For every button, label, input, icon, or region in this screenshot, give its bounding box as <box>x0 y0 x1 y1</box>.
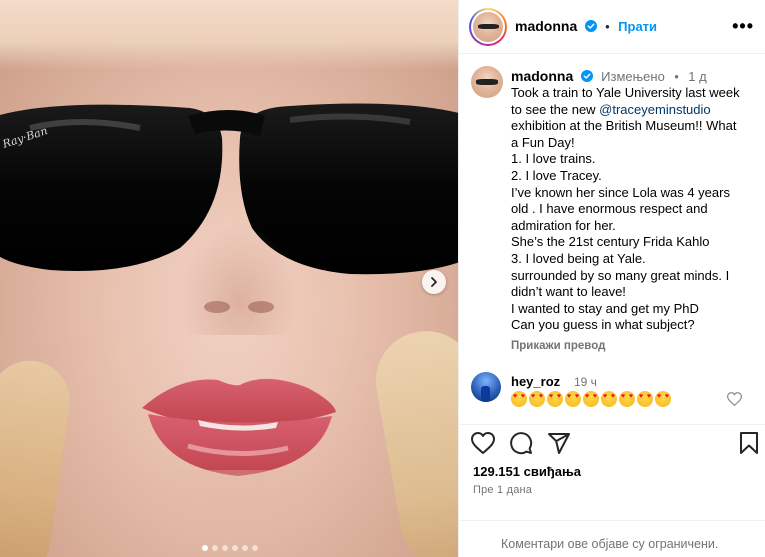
commenter-avatar[interactable] <box>471 372 501 402</box>
caption-line: 2. I love Tracey. <box>511 167 602 183</box>
carousel-dot <box>202 545 208 551</box>
heart-eyes-emoji-icon <box>565 391 581 407</box>
caption-line: She’s the 21st century Frida Kahlo <box>511 234 710 250</box>
heart-eyes-emoji-icon <box>529 391 545 407</box>
caption-line: Can you guess in what subject? <box>511 317 695 333</box>
heart-eyes-emoji-icon <box>583 391 599 407</box>
heart-eyes-emoji-icon <box>511 391 527 407</box>
heart-eyes-emoji-icon <box>637 391 653 407</box>
comment-text <box>511 391 671 407</box>
caption-text: Took a train to Yale University last wee… <box>511 85 740 334</box>
comments-footer: Коментари ове објаве су ограничени. <box>459 520 765 557</box>
caption-line: surrounded by so many great minds. I <box>511 267 730 283</box>
carousel-dot <box>252 545 258 551</box>
carousel-dot <box>232 545 238 551</box>
caption-line: admiration for her. <box>511 217 616 233</box>
heart-eyes-emoji-icon <box>655 391 671 407</box>
mention-link[interactable]: @traceyeminstudio <box>599 102 710 117</box>
more-options-icon[interactable]: ••• <box>732 17 754 35</box>
author-avatar[interactable] <box>469 8 507 46</box>
caption-line: 1. I love trains. <box>511 151 596 167</box>
caption-avatar[interactable] <box>471 66 503 98</box>
caption-line-text: to see the new <box>511 101 600 117</box>
caption-line: I’ve known her since Lola was 4 years <box>511 184 730 200</box>
like-button[interactable] <box>471 431 495 455</box>
caption-line: 3. I loved being at Yale. <box>511 250 646 266</box>
heart-icon <box>471 432 495 454</box>
comment-icon <box>510 432 533 455</box>
meta-separator: • <box>674 69 679 84</box>
comment-button[interactable] <box>509 431 533 455</box>
caption-meta: madonna Измењено • 1 д <box>511 68 707 86</box>
comment-like-icon[interactable] <box>727 392 742 406</box>
edited-label: Измењено <box>601 69 665 84</box>
like-count[interactable]: 129.151 свиђања <box>473 464 581 479</box>
caption-line: old . I have enormous respect and <box>511 201 708 217</box>
header-separator: • <box>605 19 610 34</box>
caption-line: didn’t want to leave! <box>511 284 626 300</box>
comment-item: hey_roz 19 ч <box>471 372 761 412</box>
carousel-dot <box>212 545 218 551</box>
comments-restricted-notice: Коментари ове објаве су ограничени. <box>501 537 719 551</box>
chin-shade <box>120 470 350 557</box>
carousel-next-button[interactable] <box>422 270 446 294</box>
author-line: madonna • Прати <box>515 18 657 36</box>
post-header: madonna • Прати ••• <box>459 0 765 54</box>
verified-badge-icon <box>580 70 593 82</box>
nostril-right <box>248 301 274 313</box>
caption-username[interactable]: madonna <box>511 68 573 84</box>
nose <box>178 225 298 335</box>
chevron-right-icon <box>431 277 437 287</box>
commenter-username[interactable]: hey_roz <box>511 374 560 389</box>
caption-line: exhibition at the British Museum!! What <box>511 118 737 134</box>
post-actions: 129.151 свиђања Пре 1 дана <box>459 424 765 504</box>
post-image[interactable]: Ray·Ban <box>0 0 458 557</box>
save-button[interactable] <box>737 431 761 455</box>
carousel-dots <box>202 545 258 551</box>
hair-left <box>0 355 75 557</box>
share-icon <box>548 433 570 454</box>
comment-time: 19 ч <box>574 375 597 389</box>
heart-eyes-emoji-icon <box>619 391 635 407</box>
post-time[interactable]: 1 д <box>688 69 706 84</box>
caption: madonna Измењено • 1 д Took a train to Y… <box>459 54 765 424</box>
heart-eyes-emoji-icon <box>547 391 563 407</box>
follow-button[interactable]: Прати <box>618 19 657 34</box>
post-side-panel: madonna • Прати ••• madonna Измењено • 1… <box>458 0 765 557</box>
carousel-dot <box>222 545 228 551</box>
caption-line: to see the new @traceyeminstudio <box>511 102 740 119</box>
nostril-left <box>204 301 230 313</box>
caption-line: I wanted to stay and get my PhD <box>511 300 699 316</box>
hair-top <box>0 0 458 70</box>
share-button[interactable] <box>547 431 571 455</box>
bookmark-icon <box>740 432 758 454</box>
caption-line: Took a train to Yale University last wee… <box>511 85 740 100</box>
post-date[interactable]: Пре 1 дана <box>473 484 532 496</box>
carousel-dot <box>242 545 248 551</box>
author-username[interactable]: madonna <box>515 18 577 34</box>
caption-line: a Fun Day! <box>511 134 575 150</box>
lips <box>142 378 336 476</box>
see-translation-link[interactable]: Прикажи превод <box>511 340 605 352</box>
heart-eyes-emoji-icon <box>601 391 617 407</box>
verified-badge-icon <box>584 20 597 32</box>
hair-right <box>367 323 458 557</box>
